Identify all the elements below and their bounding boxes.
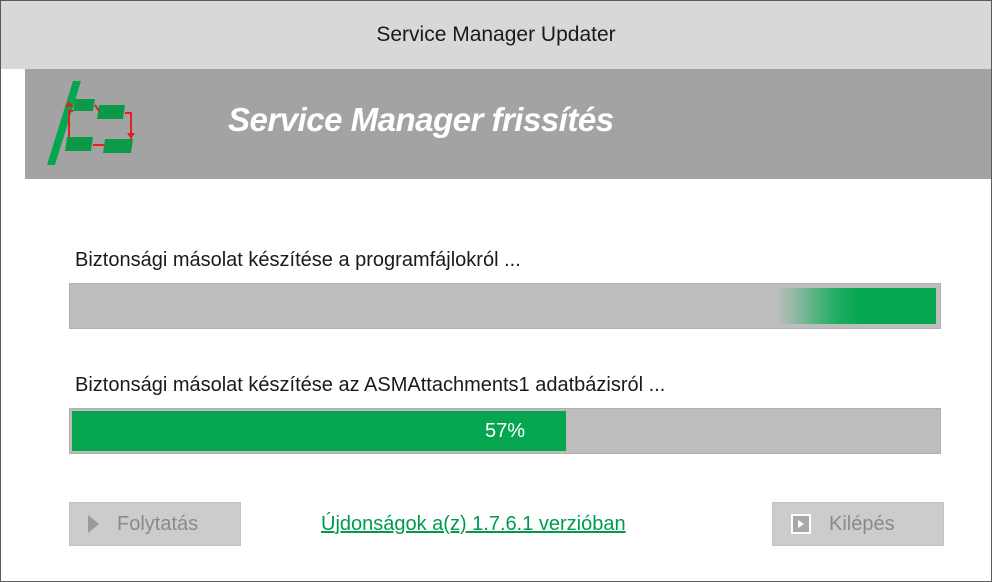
- step-1-label: Biztonsági másolat készítése a programfá…: [75, 249, 521, 271]
- workflow-logo-icon: [47, 81, 135, 165]
- banner-title: Service Manager frissítés: [228, 101, 614, 138]
- step-2-label: Biztonsági másolat készítése az ASMAttac…: [75, 374, 666, 396]
- step-2-progress-bar: 57%: [69, 408, 941, 454]
- header-banner: Service Manager frissítés: [25, 69, 991, 179]
- whats-new-link[interactable]: Újdonságok a(z) 1.7.6.1 verzióban: [321, 513, 626, 536]
- marquee-indicator: [776, 288, 936, 324]
- continue-button-label: Folytatás: [117, 512, 199, 535]
- play-icon: [88, 515, 99, 533]
- exit-icon: [791, 514, 811, 534]
- exit-button[interactable]: Kilépés: [772, 502, 944, 546]
- continue-button[interactable]: Folytatás: [69, 502, 241, 546]
- progress-percent-text: 57%: [484, 419, 526, 442]
- window-title: Service Manager Updater: [376, 23, 616, 46]
- updater-window: Service Manager Updater Service Manager …: [0, 0, 992, 582]
- title-bar[interactable]: Service Manager Updater: [1, 1, 991, 69]
- step-1-progress-bar: [69, 283, 941, 329]
- exit-button-label: Kilépés: [829, 512, 895, 535]
